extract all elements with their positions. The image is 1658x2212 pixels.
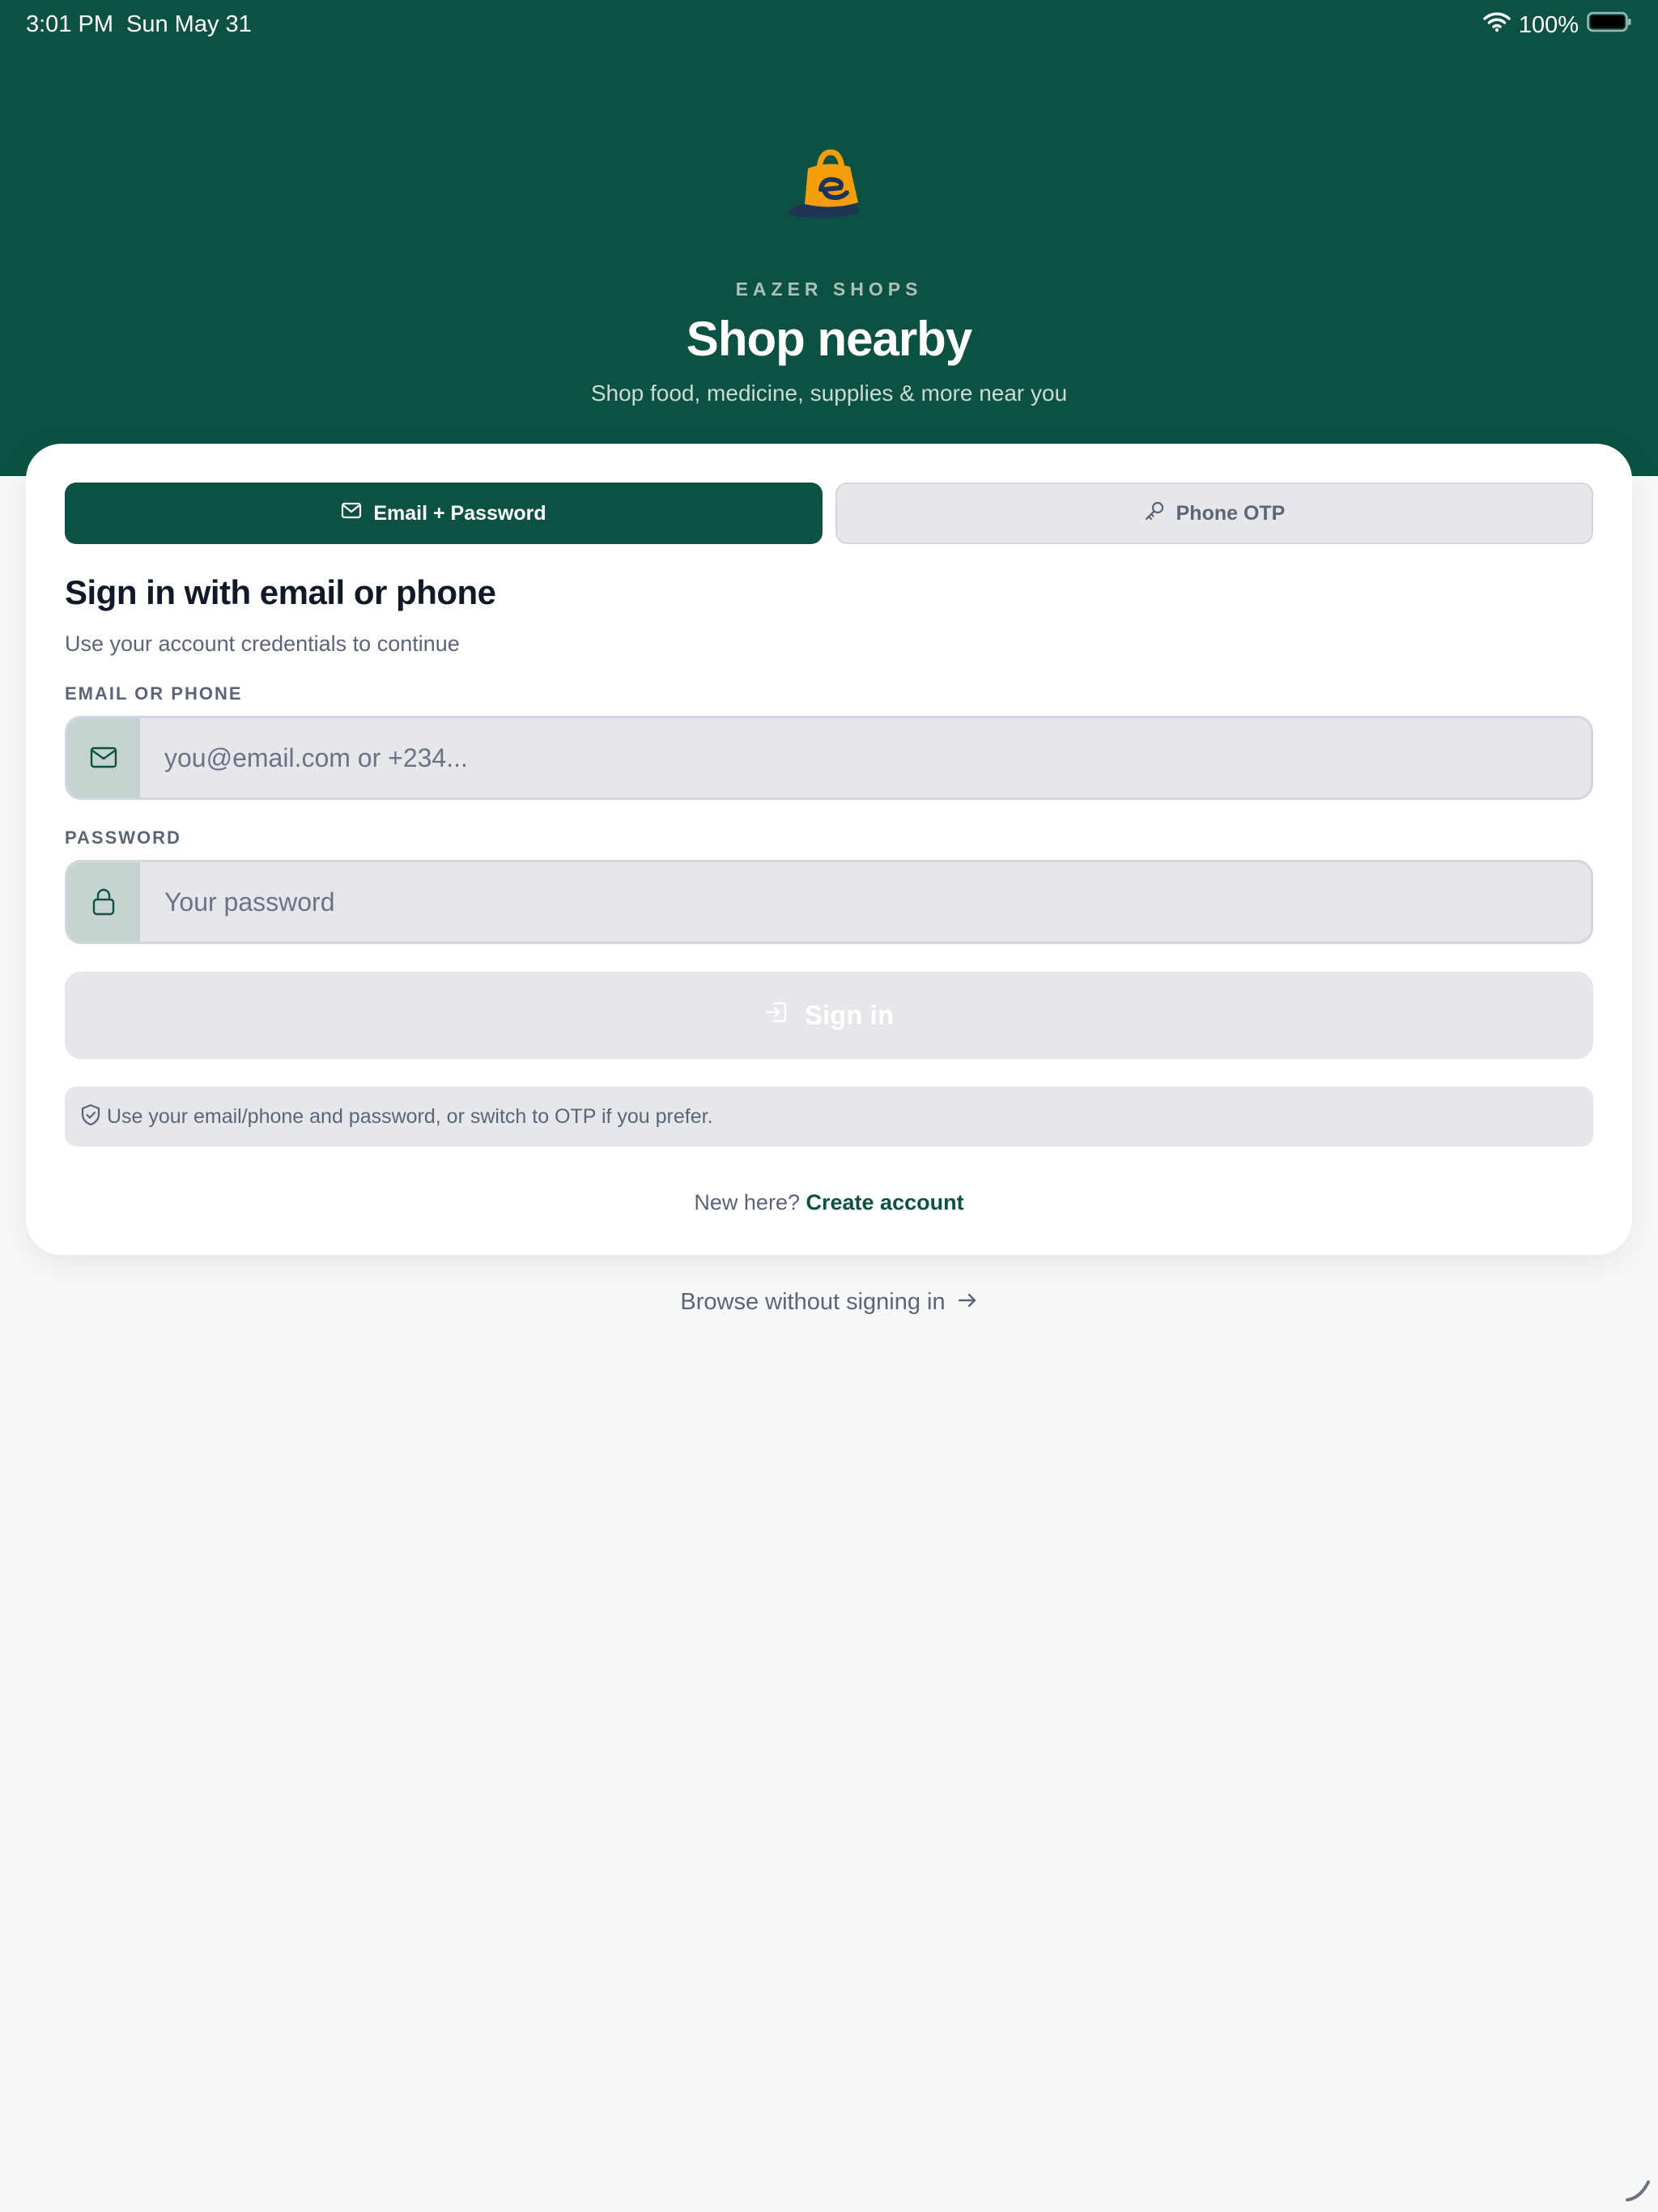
tab-phone-otp[interactable]: Phone OTP [835, 483, 1593, 544]
tab-phone-label: Phone OTP [1175, 501, 1286, 525]
login-icon [764, 1000, 789, 1031]
signin-card: Email + Password Phone OTP Sign in with … [26, 444, 1632, 1255]
page-title: Shop nearby [686, 312, 972, 366]
form-description: Use your account credentials to continue [65, 632, 460, 656]
new-here-row: New here? Create account [26, 1190, 1632, 1215]
password-input[interactable] [140, 862, 1591, 942]
status-indicators: 100% [1483, 11, 1632, 39]
key-icon [1144, 500, 1165, 527]
lock-icon [67, 862, 140, 942]
form-heading: Sign in with email or phone [65, 573, 496, 611]
browse-label: Browse without signing in [680, 1289, 946, 1315]
browse-without-signin-link[interactable]: Browse without signing in [0, 1289, 1658, 1316]
create-account-link[interactable]: Create account [806, 1190, 964, 1214]
resize-handle [1622, 2172, 1655, 2209]
wifi-icon [1483, 11, 1511, 39]
email-input[interactable] [140, 718, 1591, 798]
signin-button[interactable]: Sign in [65, 972, 1593, 1059]
signin-hint: Use your email/phone and password, or sw… [65, 1087, 1593, 1146]
hero-header: 3:01 PM Sun May 31 100% EAZER SHOPS Shop… [0, 0, 1658, 476]
tab-email-label: Email + Password [373, 501, 546, 525]
tab-email-password[interactable]: Email + Password [65, 483, 823, 544]
password-field [65, 860, 1593, 944]
email-field [65, 716, 1593, 800]
hint-text: Use your email/phone and password, or sw… [107, 1104, 713, 1128]
mail-icon [67, 718, 140, 798]
mail-icon [341, 502, 362, 525]
eazer-logo [784, 143, 874, 223]
battery-icon [1587, 11, 1632, 39]
new-here-text: New here? [694, 1190, 800, 1214]
shield-check-icon [79, 1103, 102, 1133]
status-date: Sun May 31 [126, 11, 252, 37]
battery-percent: 100% [1518, 11, 1579, 38]
status-bar: 3:01 PM Sun May 31 100% [0, 0, 1658, 52]
status-time: 3:01 PM [26, 11, 113, 37]
page-subtitle: Shop food, medicine, supplies & more nea… [590, 381, 1068, 406]
brand-name: EAZER SHOPS [735, 279, 923, 300]
arrow-right-icon [957, 1289, 978, 1316]
email-label: EMAIL OR PHONE [65, 683, 243, 704]
password-label: PASSWORD [65, 827, 181, 848]
signin-label: Sign in [805, 1000, 894, 1030]
